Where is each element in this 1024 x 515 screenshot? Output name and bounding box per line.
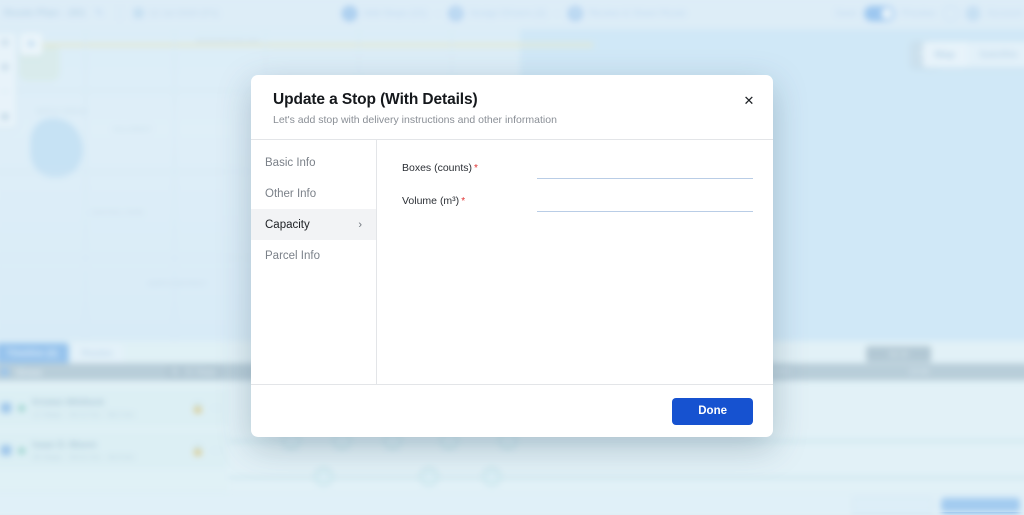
page-title: Update a Stop (With Details) bbox=[273, 91, 478, 108]
sidebar-item-basic-info[interactable]: Basic Info bbox=[251, 147, 376, 178]
sidebar-item-label: Capacity bbox=[265, 218, 310, 231]
form-row-boxes: Boxes (counts) * bbox=[402, 152, 753, 183]
dialog-header: Update a Stop (With Details) Let's add s… bbox=[251, 75, 773, 140]
dialog-subtitle: Let's add stop with delivery instruction… bbox=[273, 114, 557, 126]
sidebar-item-capacity[interactable]: Capacity › bbox=[251, 209, 376, 240]
chevron-right-icon: › bbox=[358, 218, 362, 231]
boxes-label-text: Boxes (counts) bbox=[402, 161, 473, 174]
sidebar-item-parcel-info[interactable]: Parcel Info bbox=[251, 240, 376, 271]
volume-input[interactable] bbox=[537, 189, 753, 212]
sidebar-item-label: Parcel Info bbox=[265, 249, 320, 262]
sidebar-item-other-info[interactable]: Other Info bbox=[251, 178, 376, 209]
dialog-section-nav: Basic Info Other Info Capacity › Parcel … bbox=[251, 140, 377, 384]
boxes-label: Boxes (counts) * bbox=[402, 162, 537, 174]
volume-label: Volume (m³) * bbox=[402, 195, 537, 207]
done-button[interactable]: Done bbox=[672, 397, 753, 425]
required-marker: * bbox=[461, 195, 466, 207]
sidebar-item-label: Basic Info bbox=[265, 156, 316, 169]
sidebar-item-label: Other Info bbox=[265, 187, 317, 200]
dialog-footer: Done bbox=[251, 384, 773, 437]
required-marker: * bbox=[474, 162, 478, 174]
close-icon[interactable]: ✕ bbox=[740, 91, 758, 109]
form-row-volume: Volume (m³) * bbox=[402, 185, 753, 216]
boxes-count-input[interactable] bbox=[537, 156, 753, 179]
dialog-body: Basic Info Other Info Capacity › Parcel … bbox=[251, 140, 773, 384]
volume-label-text: Volume (m³) bbox=[402, 194, 460, 207]
update-stop-dialog: Update a Stop (With Details) Let's add s… bbox=[251, 75, 773, 437]
capacity-form: Boxes (counts) * Volume (m³) * bbox=[377, 140, 773, 384]
